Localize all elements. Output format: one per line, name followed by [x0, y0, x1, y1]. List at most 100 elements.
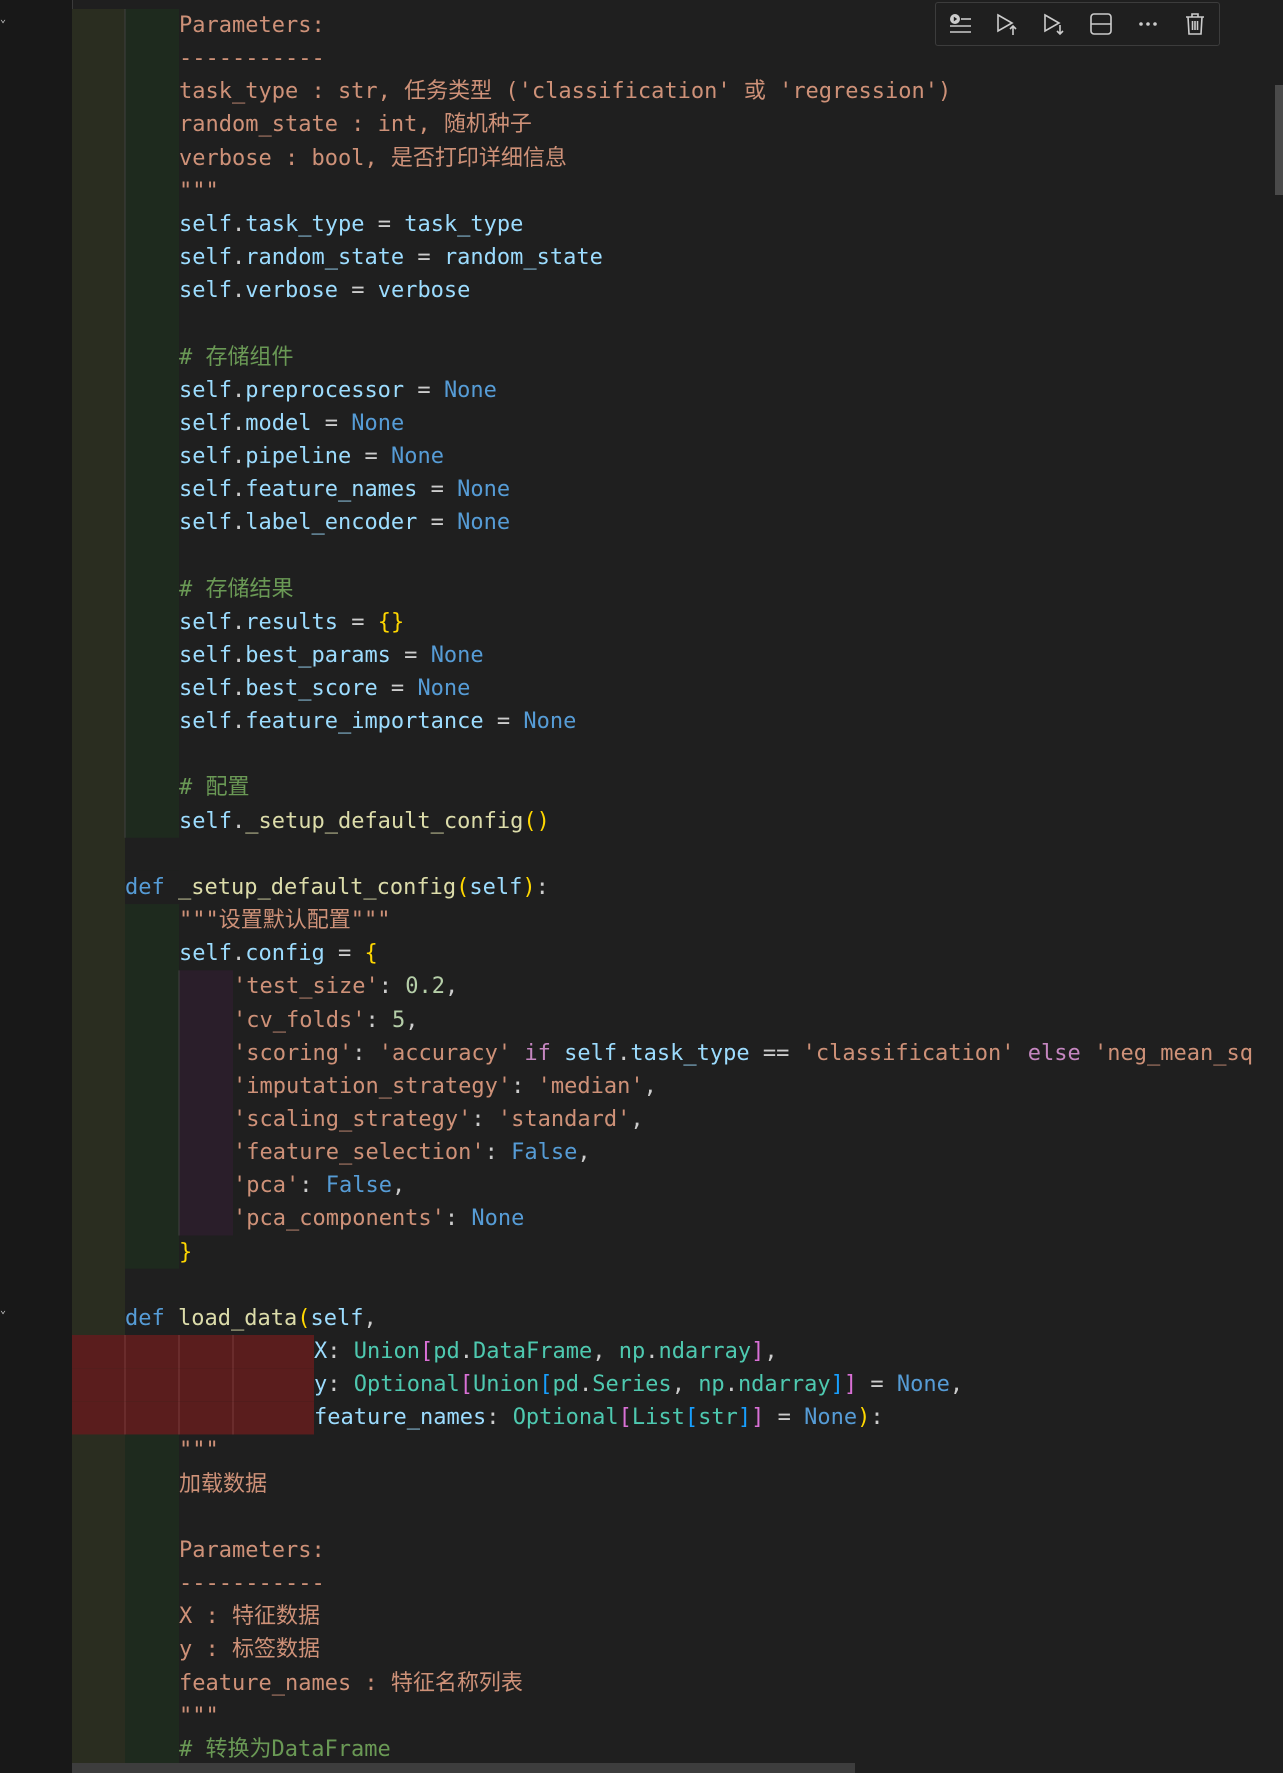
code-line[interactable]: random_state : int, 随机种子 — [0, 108, 532, 141]
code-token: _setup_default_config — [178, 874, 457, 900]
code-token: , — [630, 1106, 644, 1132]
run-above-button[interactable] — [989, 6, 1025, 42]
code-token: = — [764, 1405, 805, 1431]
code-token: self — [179, 443, 232, 469]
code-line[interactable]: task_type : str, 任务类型 ('classification' … — [0, 75, 951, 108]
vertical-scrollbar-thumb[interactable] — [1275, 85, 1283, 195]
code-token: """ — [179, 178, 219, 204]
code-line[interactable]: feature_names: Optional[List[str]] = Non… — [0, 1401, 884, 1434]
code-token: = — [337, 278, 378, 304]
split-cell-button[interactable] — [1083, 6, 1119, 42]
code-line[interactable]: self.verbose = verbose — [0, 274, 470, 307]
code-line[interactable]: ----------- — [0, 42, 325, 75]
code-token: 加载数据 — [179, 1471, 268, 1497]
code-line[interactable]: self.task_type = task_type — [0, 208, 523, 241]
code-line[interactable]: self.model = None — [0, 407, 404, 440]
code-token: = — [404, 245, 444, 271]
code-token: self — [179, 609, 232, 635]
code-token: best_params — [245, 642, 391, 668]
code-line[interactable]: def _setup_default_config(self): — [0, 871, 549, 904]
code-line[interactable]: 加载数据 — [0, 1468, 267, 1501]
code-line[interactable]: # 转换为DataFrame — [0, 1733, 391, 1766]
code-token: ) — [522, 874, 536, 900]
code-token: . — [578, 1372, 593, 1398]
horizontal-scrollbar-thumb[interactable] — [72, 1763, 855, 1773]
code-token: self — [179, 642, 232, 668]
code-line[interactable]: def load_data(self, — [0, 1302, 377, 1335]
code-line[interactable]: Parameters: — [0, 9, 325, 42]
code-line[interactable]: # 存储组件 — [0, 341, 294, 374]
code-token: False — [325, 1173, 392, 1199]
code-token: . — [231, 477, 246, 503]
code-line[interactable]: y : 标签数据 — [0, 1633, 320, 1666]
code-line[interactable]: y: Optional[Union[pd.Series, np.ndarray]… — [0, 1368, 963, 1401]
code-token: . — [231, 808, 246, 834]
code-line[interactable]: 'pca': False, — [0, 1169, 405, 1202]
code-line[interactable]: """设置默认配置""" — [0, 904, 390, 937]
code-line[interactable]: 'scaling_strategy': 'standard', — [0, 1103, 644, 1136]
code-line[interactable]: feature_names : 特征名称列表 — [0, 1667, 523, 1700]
code-token: , — [671, 1372, 699, 1398]
execute-above-button[interactable] — [942, 6, 978, 42]
code-line[interactable]: self.results = {} — [0, 606, 404, 639]
code-line[interactable]: """ — [0, 1700, 219, 1733]
code-token: Union — [353, 1339, 420, 1364]
code-token: = — [364, 211, 405, 237]
code-line[interactable]: # 存储结果 — [0, 573, 294, 606]
code-token: Series — [592, 1372, 672, 1398]
code-token: . — [459, 1339, 473, 1364]
code-line[interactable]: self.config = { — [0, 937, 378, 970]
code-line[interactable]: 'feature_selection': False, — [0, 1136, 591, 1169]
code-line[interactable]: self.preprocessor = None — [0, 374, 497, 407]
code-line[interactable]: 'imputation_strategy': 'median', — [0, 1070, 657, 1103]
code-token: 0.2 — [405, 974, 445, 1000]
code-token: verbose — [245, 278, 338, 304]
code-token: = — [857, 1372, 897, 1398]
code-line[interactable]: self.best_params = None — [0, 639, 484, 672]
code-line[interactable]: self.best_score = None — [0, 672, 470, 705]
code-token: ] — [843, 1372, 858, 1398]
code-token: False — [511, 1140, 578, 1166]
code-line[interactable]: 'pca_components': None — [0, 1202, 524, 1235]
code-line[interactable] — [0, 1269, 125, 1302]
code-line[interactable]: } — [0, 1236, 192, 1269]
run-below-button[interactable] — [1036, 6, 1072, 42]
code-line[interactable] — [0, 838, 125, 871]
code-line[interactable]: self.pipeline = None — [0, 440, 444, 473]
code-token: . — [231, 377, 246, 403]
code-token: self — [179, 709, 232, 735]
code-line[interactable]: """ — [0, 175, 219, 208]
code-line[interactable]: ----------- — [0, 1567, 325, 1600]
code-line[interactable] — [0, 539, 179, 572]
code-line[interactable] — [0, 1501, 179, 1534]
more-actions-button[interactable] — [1130, 6, 1166, 42]
code-line[interactable]: self.feature_importance = None — [0, 705, 576, 738]
code-line[interactable]: # 配置 — [0, 771, 250, 804]
code-line[interactable] — [0, 307, 179, 340]
code-token: } — [179, 1239, 193, 1265]
code-line[interactable]: 'cv_folds': 5, — [0, 1004, 418, 1037]
code-line[interactable]: Parameters: — [0, 1534, 325, 1567]
code-token: = — [404, 377, 444, 403]
code-line[interactable]: self._setup_default_config() — [0, 805, 550, 838]
code-line[interactable]: self.feature_names = None — [0, 473, 510, 506]
code-line[interactable]: 'test_size': 0.2, — [0, 970, 458, 1003]
cell-toolbar — [935, 2, 1220, 46]
code-token: = — [337, 609, 378, 635]
code-line[interactable]: """ — [0, 1434, 219, 1467]
code-token: 'feature_selection' — [233, 1140, 485, 1166]
code-line[interactable]: X : 特征数据 — [0, 1600, 320, 1633]
code-line[interactable] — [0, 738, 179, 771]
code-token: ndarray — [658, 1339, 752, 1364]
code-token: np — [618, 1339, 646, 1364]
code-line[interactable]: verbose : bool, 是否打印详细信息 — [0, 142, 567, 175]
code-line[interactable]: self.label_encoder = None — [0, 506, 510, 539]
code-line[interactable]: 'scoring': 'accuracy' if self.task_type … — [0, 1037, 1253, 1070]
code-line[interactable]: self.random_state = random_state — [0, 241, 603, 274]
code-token: random_state — [443, 245, 603, 271]
code-line[interactable]: X: Union[pd.DataFrame, np.ndarray], — [0, 1335, 778, 1368]
code-token: : — [327, 1339, 354, 1364]
code-editor[interactable]: Parameters: ----------- task_type : str, 任… — [0, 0, 1283, 1773]
delete-cell-button[interactable] — [1177, 6, 1213, 42]
